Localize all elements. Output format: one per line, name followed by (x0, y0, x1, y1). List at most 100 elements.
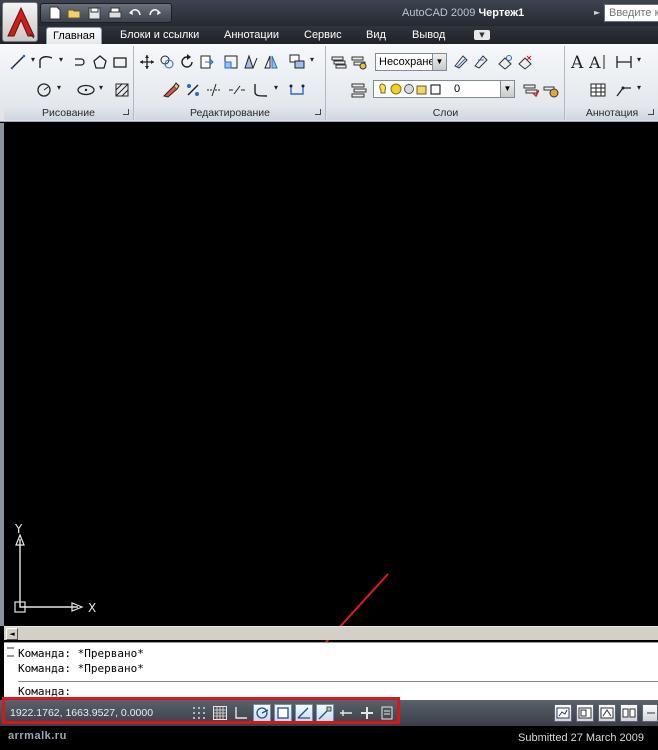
dimension-icon[interactable] (614, 52, 641, 72)
polygon-icon[interactable] (70, 52, 90, 72)
panel-annotation-label[interactable]: Аннотация (566, 106, 658, 120)
tab-tools[interactable]: Сервис (298, 27, 348, 44)
new-file-icon[interactable] (47, 6, 62, 21)
polar-tracking-icon[interactable] (253, 704, 271, 722)
panel-modify-label[interactable]: Редактирование (135, 106, 325, 120)
circle-icon[interactable] (34, 80, 61, 100)
site-logo: arrmalk.ru (8, 730, 67, 742)
command-window[interactable]: Команда: *Прервано* Команда: *Прервано* … (4, 642, 658, 700)
multiline-text-icon[interactable]: A (588, 52, 608, 72)
polyline-icon[interactable] (36, 52, 63, 72)
autocad-logo-icon (7, 6, 35, 39)
model-space-icon[interactable] (554, 704, 572, 722)
print-icon[interactable] (107, 6, 122, 21)
tab-annotate[interactable]: Аннотации (218, 27, 285, 44)
grid-display-icon[interactable] (211, 704, 229, 722)
dialog-launcher-icon[interactable] (648, 109, 654, 115)
panel-annotation-title: Аннотация (585, 107, 639, 119)
layer-list-icon[interactable] (349, 80, 369, 100)
status-bar: 1922.1762, 1663.9527, 0.0000 (0, 700, 658, 726)
horizontal-scrollbar[interactable]: ◄ (4, 626, 658, 640)
chevron-down-icon[interactable]: ▼ (432, 54, 446, 70)
stretch-icon[interactable] (241, 52, 261, 72)
arrange-icon[interactable] (287, 52, 314, 72)
redo-icon[interactable] (147, 6, 162, 21)
copy-icon[interactable] (157, 52, 177, 72)
text-icon[interactable]: A (568, 52, 588, 72)
layout-icon[interactable] (576, 704, 594, 722)
snap-mode-icon[interactable] (190, 704, 208, 722)
rotate-icon[interactable] (177, 52, 197, 72)
scroll-left-icon[interactable]: ◄ (6, 628, 18, 640)
quick-view-layouts-icon[interactable] (598, 704, 616, 722)
quick-view-drawings-icon[interactable] (620, 704, 638, 722)
rectangle-icon[interactable] (110, 52, 130, 72)
panel-draw: Рисование (4, 46, 134, 120)
current-layer-name: 0 (454, 83, 461, 95)
tab-view[interactable]: Вид (360, 27, 392, 44)
undo-icon[interactable] (127, 6, 142, 21)
app-name: AutoCAD 2009 (402, 7, 476, 19)
dynamic-input-icon[interactable] (337, 704, 355, 722)
ribbon-minimize-icon[interactable]: ▼ (474, 30, 490, 40)
layer-match-icon[interactable] (471, 52, 491, 72)
layer-state-combo[interactable]: Несохране ▼ (375, 53, 447, 71)
extend-icon[interactable] (197, 52, 217, 72)
save-icon[interactable] (87, 6, 102, 21)
pentagon-icon[interactable] (90, 52, 110, 72)
layer-isolate-icon[interactable] (495, 52, 515, 72)
dialog-launcher-icon[interactable] (315, 109, 321, 115)
ucs-icon: Y X (14, 522, 96, 615)
layer-properties-icon[interactable] (329, 52, 349, 72)
panel-modify-title: Редактирование (190, 107, 270, 119)
play-arrow-icon[interactable]: ► (594, 8, 600, 17)
break-icon[interactable] (227, 80, 247, 100)
dialog-launcher-icon[interactable] (123, 109, 129, 115)
ortho-mode-icon[interactable] (232, 704, 250, 722)
join-icon[interactable] (287, 80, 307, 100)
panel-draw-label[interactable]: Рисование (4, 106, 133, 120)
leader-icon[interactable] (614, 80, 641, 100)
layer-previous-icon[interactable] (451, 52, 471, 72)
panel-layers-label[interactable]: Слои (327, 106, 564, 120)
trim-icon[interactable] (205, 80, 225, 100)
search-input[interactable] (604, 4, 658, 22)
command-window-grip-icon[interactable] (7, 647, 14, 657)
explode-icon[interactable] (183, 80, 203, 100)
fillet-icon[interactable] (251, 80, 278, 100)
command-separator (18, 681, 658, 682)
object-snap-tracking-icon[interactable] (295, 704, 313, 722)
quick-properties-icon[interactable] (378, 704, 396, 722)
table-icon[interactable] (588, 80, 608, 100)
object-snap-icon[interactable] (274, 704, 292, 722)
layer-walk-icon[interactable] (541, 80, 561, 100)
lineweight-icon[interactable] (358, 704, 376, 722)
move-icon[interactable] (137, 52, 157, 72)
scale-icon[interactable] (221, 52, 241, 72)
open-folder-icon[interactable] (67, 6, 82, 21)
layer-state-value: Несохране (379, 56, 435, 68)
ellipse-icon[interactable] (76, 80, 103, 100)
dynamic-ucs-icon[interactable] (316, 704, 334, 722)
tab-blocks[interactable]: Блоки и ссылки (114, 27, 205, 44)
panel-draw-title: Рисование (42, 107, 95, 119)
tab-home[interactable]: Главная (46, 27, 102, 44)
pan-icon[interactable] (642, 704, 658, 722)
layer-states-icon[interactable] (349, 52, 369, 72)
command-prompt[interactable]: Команда: (18, 685, 71, 698)
application-menu-button[interactable] (2, 2, 38, 42)
layer-combo[interactable]: 0 ▼ (373, 80, 515, 98)
drawing-canvas[interactable]: Y X (0, 123, 658, 626)
layer-unisolate-icon[interactable] (515, 52, 535, 72)
tab-output[interactable]: Вывод (406, 27, 451, 44)
ribbon-tab-row: Главная Блоки и ссылки Аннотации Сервис … (0, 26, 658, 44)
coordinates-readout[interactable]: 1922.1762, 1663.9527, 0.0000 (10, 707, 153, 719)
chevron-down-icon[interactable]: ▼ (500, 81, 514, 97)
line-icon[interactable] (8, 52, 35, 72)
window-title: AutoCAD 2009 Чертеж1 (402, 7, 524, 19)
panel-layers: Несохране ▼ 0 ▼ Слои (327, 46, 565, 120)
make-current-icon[interactable] (521, 80, 541, 100)
erase-icon[interactable] (161, 80, 181, 100)
mirror-icon[interactable] (261, 52, 281, 72)
hatch-icon[interactable] (112, 80, 132, 100)
